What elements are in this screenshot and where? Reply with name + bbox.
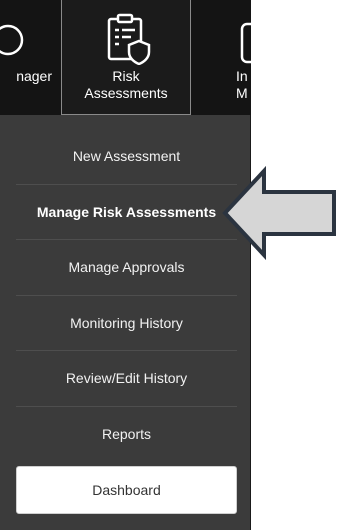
- menu-item-reports[interactable]: Reports: [16, 407, 237, 463]
- risk-side-panel: nager Risk Assessments In M New Assessme…: [0, 0, 251, 530]
- tab-risk-label-line2: Assessments: [84, 85, 168, 101]
- menu-item-new-assessment[interactable]: New Assessment: [16, 129, 237, 185]
- tab-risk-assessments-label: Risk Assessments: [62, 68, 190, 102]
- arrow-left-icon: [222, 166, 336, 260]
- tab-risk-label-line1: Risk: [112, 68, 140, 84]
- menu-item-manage-approvals[interactable]: Manage Approvals: [16, 240, 237, 296]
- tab-incident-label: In M: [236, 68, 251, 102]
- tab-manager-label: nager: [16, 68, 52, 84]
- menu-item-review-edit-history[interactable]: Review/Edit History: [16, 351, 237, 407]
- dashboard-button[interactable]: Dashboard: [16, 466, 237, 514]
- menu-item-manage-risk-assessments[interactable]: Manage Risk Assessments: [16, 185, 237, 240]
- top-navigation: nager Risk Assessments In M: [0, 0, 251, 115]
- tab-manager[interactable]: nager: [0, 0, 60, 115]
- side-menu: New Assessment Manage Risk Assessments M…: [16, 129, 237, 462]
- partial-document-icon: [240, 22, 251, 64]
- tab-incident-label-line2: M: [236, 85, 248, 101]
- tab-incident-label-line1: In: [236, 68, 248, 84]
- tab-incident-management[interactable]: In M: [200, 0, 251, 115]
- menu-item-monitoring-history[interactable]: Monitoring History: [16, 296, 237, 351]
- tab-risk-assessments[interactable]: Risk Assessments: [61, 0, 191, 115]
- partial-circle-icon: [0, 24, 24, 56]
- clipboard-shield-icon: [107, 13, 151, 65]
